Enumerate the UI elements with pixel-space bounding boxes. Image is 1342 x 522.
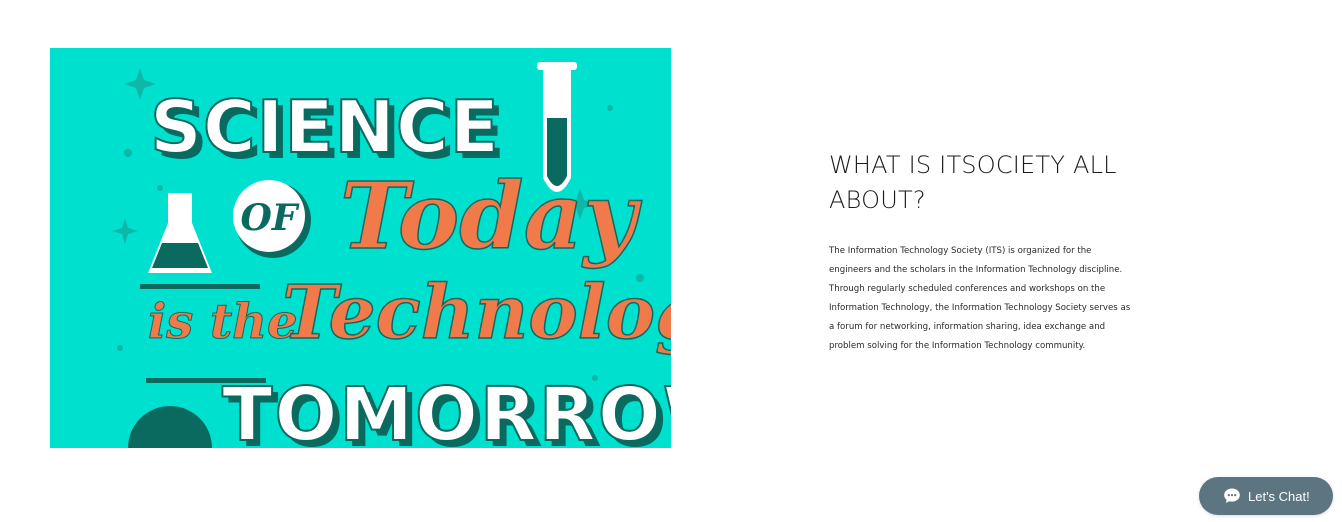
poster-image: SCIENCE SCIENCE OF Today is the Technolo… [50, 48, 671, 448]
lets-chat-button[interactable]: Let's Chat! [1199, 477, 1333, 515]
about-section: WHAT IS ITSOCIETY ALL ABOUT? The Informa… [829, 148, 1149, 356]
poster-word-science: SCIENCE [150, 85, 500, 169]
poster-word-of: OF [241, 197, 300, 239]
poster-illustration: SCIENCE SCIENCE OF Today is the Technolo… [50, 48, 671, 448]
poster-word-tomorrow: TOMORROW [222, 372, 671, 448]
chat-bubble-icon [1223, 487, 1241, 505]
lets-chat-label: Let's Chat! [1248, 488, 1310, 504]
poster-rule-top [140, 284, 260, 289]
poster-word-is-the: is the [148, 294, 298, 350]
poster-word-today: Today [340, 162, 642, 270]
about-title: WHAT IS ITSOCIETY ALL ABOUT? [829, 151, 1117, 214]
page: SCIENCE SCIENCE OF Today is the Technolo… [0, 0, 1342, 522]
poster-word-technology: Technology [282, 270, 671, 356]
about-body: The Information Technology Society (ITS)… [829, 246, 1131, 351]
